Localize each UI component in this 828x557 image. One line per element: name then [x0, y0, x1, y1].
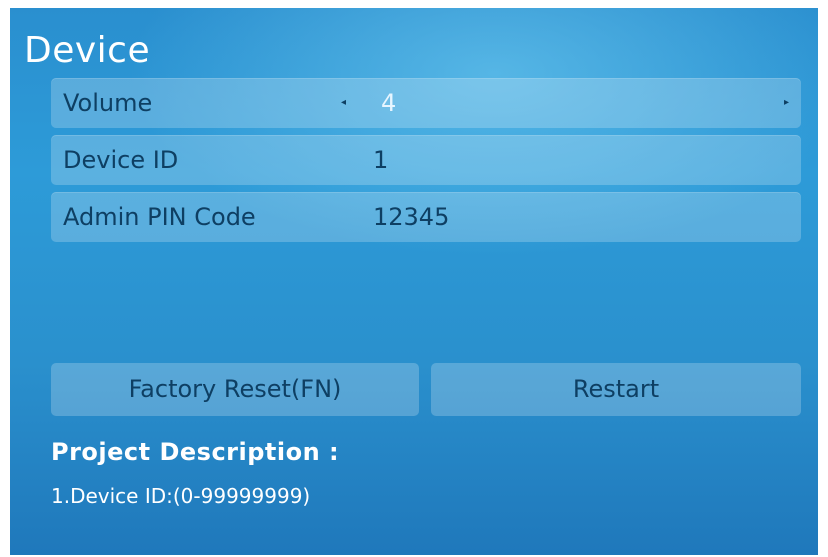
device-id-label: Device ID: [63, 146, 179, 174]
volume-label: Volume: [63, 89, 153, 117]
admin-pin-label: Admin PIN Code: [63, 203, 256, 231]
volume-decrease-arrow-icon[interactable]: ◂: [341, 78, 346, 128]
device-id-value: 1: [373, 146, 389, 174]
project-description-title: Project Description :: [51, 438, 340, 466]
device-settings-screen: Device Volume ◂ 4 ▸ Device ID 1 Admin PI…: [10, 8, 818, 555]
factory-reset-button[interactable]: Factory Reset(FN): [51, 363, 419, 416]
admin-pin-row[interactable]: Admin PIN Code 12345: [51, 192, 801, 242]
device-id-row[interactable]: Device ID 1: [51, 135, 801, 185]
volume-increase-arrow-icon[interactable]: ▸: [784, 78, 789, 128]
page-title: Device: [24, 30, 151, 71]
project-description-line: 1.Device ID:(0-99999999): [51, 484, 311, 508]
volume-row[interactable]: Volume ◂ 4 ▸: [51, 78, 801, 128]
admin-pin-value: 12345: [373, 203, 450, 231]
restart-button[interactable]: Restart: [431, 363, 801, 416]
volume-value: 4: [381, 89, 397, 117]
